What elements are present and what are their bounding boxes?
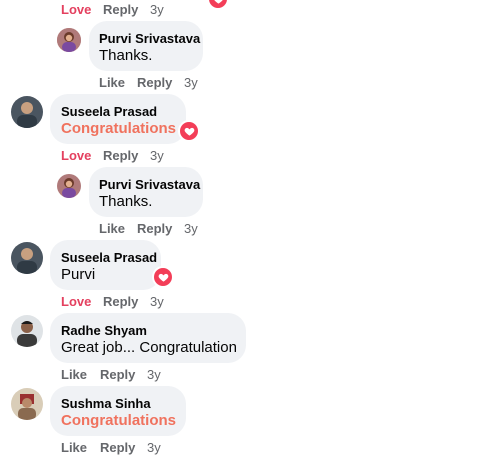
timestamp[interactable]: 3y: [184, 221, 198, 236]
comment-author[interactable]: Radhe Shyam: [61, 323, 147, 338]
comment-text: Congratulations: [61, 120, 176, 137]
reply-action[interactable]: Reply: [137, 75, 172, 90]
heart-reaction-icon[interactable]: [152, 266, 174, 288]
timestamp[interactable]: 3y: [150, 294, 164, 309]
heart-reaction-icon[interactable]: [178, 120, 200, 142]
reply-action[interactable]: Reply: [137, 221, 172, 236]
comment-text: Great job... Congratulation: [61, 339, 237, 356]
reply-action[interactable]: Reply: [103, 294, 138, 309]
comment-text: Congratulations: [61, 412, 176, 429]
like-action[interactable]: Like: [61, 440, 87, 455]
love-action[interactable]: Love: [61, 294, 91, 309]
comment-author[interactable]: Sushma Sinha: [61, 396, 151, 411]
timestamp[interactable]: 3y: [150, 148, 164, 163]
comment-author[interactable]: Purvi Srivastava: [99, 31, 200, 46]
timestamp[interactable]: 3y: [184, 75, 198, 90]
comment-text: Purvi: [61, 266, 96, 283]
love-action[interactable]: Love: [61, 148, 91, 163]
comment-author[interactable]: Purvi Srivastava: [99, 177, 200, 192]
timestamp[interactable]: 3y: [147, 440, 161, 455]
reply-action[interactable]: Reply: [103, 2, 138, 17]
comment-author[interactable]: Suseela Prasad: [61, 250, 157, 265]
love-action[interactable]: Love: [61, 2, 91, 17]
comment-text: Thanks.: [99, 193, 153, 210]
avatar[interactable]: [11, 242, 43, 274]
avatar[interactable]: [11, 96, 43, 128]
timestamp[interactable]: 3y: [150, 2, 164, 17]
comment-text: Thanks.: [99, 47, 153, 64]
comment-author[interactable]: Suseela Prasad: [61, 104, 157, 119]
heart-reaction-icon[interactable]: [207, 0, 229, 10]
like-action[interactable]: Like: [61, 367, 87, 382]
avatar[interactable]: [57, 174, 81, 198]
like-action[interactable]: Like: [99, 221, 125, 236]
timestamp[interactable]: 3y: [147, 367, 161, 382]
avatar[interactable]: [11, 315, 43, 347]
reply-action[interactable]: Reply: [100, 367, 135, 382]
reply-action[interactable]: Reply: [103, 148, 138, 163]
avatar[interactable]: [57, 28, 81, 52]
avatar[interactable]: [11, 388, 43, 420]
reply-action[interactable]: Reply: [100, 440, 135, 455]
like-action[interactable]: Like: [99, 75, 125, 90]
